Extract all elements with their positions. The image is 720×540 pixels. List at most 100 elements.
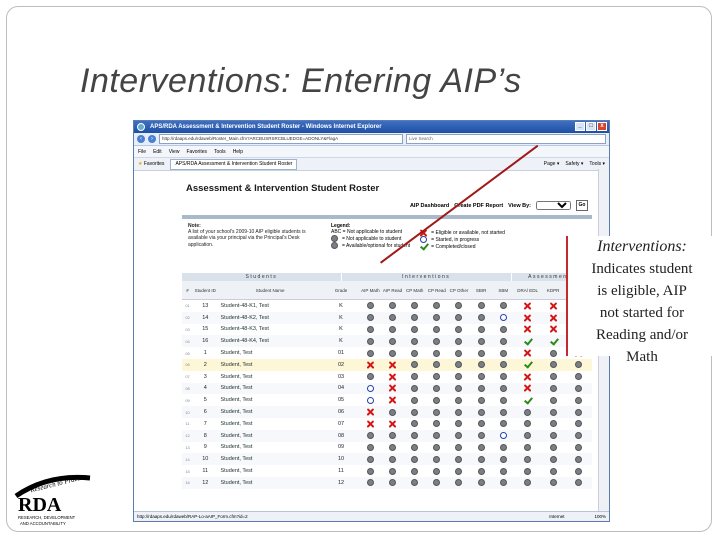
status-na-icon[interactable]	[575, 384, 583, 392]
status-na-icon[interactable]	[499, 420, 507, 428]
status-cell[interactable]	[425, 406, 448, 418]
status-cell[interactable]	[492, 324, 514, 336]
status-na-icon[interactable]	[499, 408, 507, 416]
status-cell[interactable]	[470, 335, 493, 348]
status-na-icon[interactable]	[433, 349, 441, 357]
status-cell[interactable]	[404, 371, 426, 383]
cell-name[interactable]: Student, Test	[217, 371, 322, 383]
status-cell[interactable]	[447, 476, 471, 489]
status-na-icon[interactable]	[477, 467, 485, 475]
status-na-icon[interactable]	[455, 325, 463, 333]
status-na-icon[interactable]	[411, 384, 419, 392]
status-na-icon[interactable]	[524, 467, 532, 475]
status-na-icon[interactable]	[499, 455, 507, 463]
status-cell[interactable]	[404, 300, 426, 312]
status-na-icon[interactable]	[433, 443, 441, 451]
status-na-icon[interactable]	[455, 432, 463, 440]
status-cell[interactable]	[404, 418, 426, 430]
status-eligible-icon[interactable]	[367, 409, 374, 416]
status-na-icon[interactable]	[433, 314, 441, 322]
status-cell[interactable]	[403, 406, 426, 418]
status-na-icon[interactable]	[389, 479, 397, 487]
status-cell[interactable]	[381, 476, 404, 489]
status-cell[interactable]	[514, 429, 541, 442]
status-cell[interactable]	[514, 418, 541, 430]
status-na-icon[interactable]	[433, 432, 441, 440]
status-na-icon[interactable]	[411, 455, 419, 463]
status-cell[interactable]	[359, 429, 382, 442]
status-cell[interactable]	[492, 406, 515, 418]
status-cell[interactable]	[541, 442, 565, 454]
status-na-icon[interactable]	[389, 325, 397, 333]
cell-name[interactable]: Student, Test	[217, 347, 322, 359]
status-cell[interactable]	[492, 394, 514, 406]
status-cell[interactable]	[492, 335, 515, 348]
status-cell[interactable]	[359, 371, 381, 383]
status-na-icon[interactable]	[455, 396, 463, 404]
status-cell[interactable]	[381, 335, 404, 348]
status-eligible-icon[interactable]	[524, 350, 531, 357]
status-na-icon[interactable]	[433, 420, 441, 428]
status-cell[interactable]	[448, 324, 470, 336]
status-cell[interactable]	[565, 406, 592, 418]
status-na-icon[interactable]	[366, 467, 374, 475]
status-cell[interactable]	[381, 300, 403, 312]
status-na-icon[interactable]	[549, 479, 557, 487]
status-cell[interactable]	[470, 371, 492, 383]
status-na-icon[interactable]	[575, 432, 583, 440]
cell-name[interactable]: Student, Test	[217, 358, 323, 371]
status-cell[interactable]	[470, 465, 492, 477]
status-cell[interactable]	[492, 442, 514, 454]
status-cell[interactable]	[514, 453, 541, 466]
status-cell[interactable]	[426, 442, 448, 454]
cell-name[interactable]: Student-48-K1, Test	[217, 300, 322, 312]
status-na-icon[interactable]	[366, 455, 374, 463]
status-cell[interactable]	[492, 358, 515, 371]
status-cell[interactable]	[492, 382, 515, 395]
status-na-icon[interactable]	[411, 361, 419, 369]
close-button[interactable]: x	[597, 122, 607, 131]
status-cell[interactable]	[514, 394, 541, 406]
status-na-icon[interactable]	[549, 373, 557, 381]
status-na-icon[interactable]	[549, 384, 557, 392]
menu-tools[interactable]: Tools	[214, 149, 226, 155]
status-cell[interactable]	[359, 335, 382, 348]
status-na-icon[interactable]	[411, 408, 419, 416]
status-na-icon[interactable]	[549, 455, 557, 463]
status-cell[interactable]	[404, 465, 426, 477]
status-na-icon[interactable]	[455, 349, 463, 357]
status-cell[interactable]	[381, 418, 403, 430]
status-cell[interactable]	[565, 453, 592, 466]
status-cell[interactable]	[447, 429, 471, 442]
status-cell[interactable]	[514, 465, 541, 477]
cell-name[interactable]: Student, Test	[217, 429, 323, 442]
cell-name[interactable]: Student, Test	[217, 453, 323, 466]
status-na-icon[interactable]	[433, 455, 441, 463]
status-cell[interactable]	[359, 406, 382, 418]
zoom-level[interactable]: 100%	[594, 512, 606, 521]
status-na-icon[interactable]	[499, 443, 507, 451]
status-cell[interactable]	[470, 300, 492, 312]
status-na-icon[interactable]	[575, 479, 583, 487]
status-cell[interactable]	[404, 394, 426, 406]
status-eligible-icon[interactable]	[524, 326, 531, 333]
status-na-icon[interactable]	[389, 408, 397, 416]
status-cell[interactable]	[425, 453, 448, 466]
status-na-icon[interactable]	[389, 467, 397, 475]
status-na-icon[interactable]	[366, 443, 374, 451]
status-na-icon[interactable]	[433, 325, 441, 333]
status-cell[interactable]	[514, 442, 541, 454]
cell-name[interactable]: Student-48-K2, Test	[217, 311, 323, 324]
status-cell[interactable]	[403, 382, 426, 395]
status-na-icon[interactable]	[411, 432, 419, 440]
status-eligible-icon[interactable]	[389, 397, 396, 404]
status-in-progress-icon[interactable]	[499, 432, 507, 440]
status-cell[interactable]	[425, 335, 448, 348]
status-cell[interactable]	[470, 476, 493, 489]
status-completed-icon[interactable]	[524, 338, 531, 345]
status-cell[interactable]	[492, 429, 515, 442]
status-na-icon[interactable]	[499, 467, 507, 475]
status-cell[interactable]	[425, 358, 448, 371]
status-na-icon[interactable]	[575, 467, 583, 475]
status-na-icon[interactable]	[549, 420, 557, 428]
